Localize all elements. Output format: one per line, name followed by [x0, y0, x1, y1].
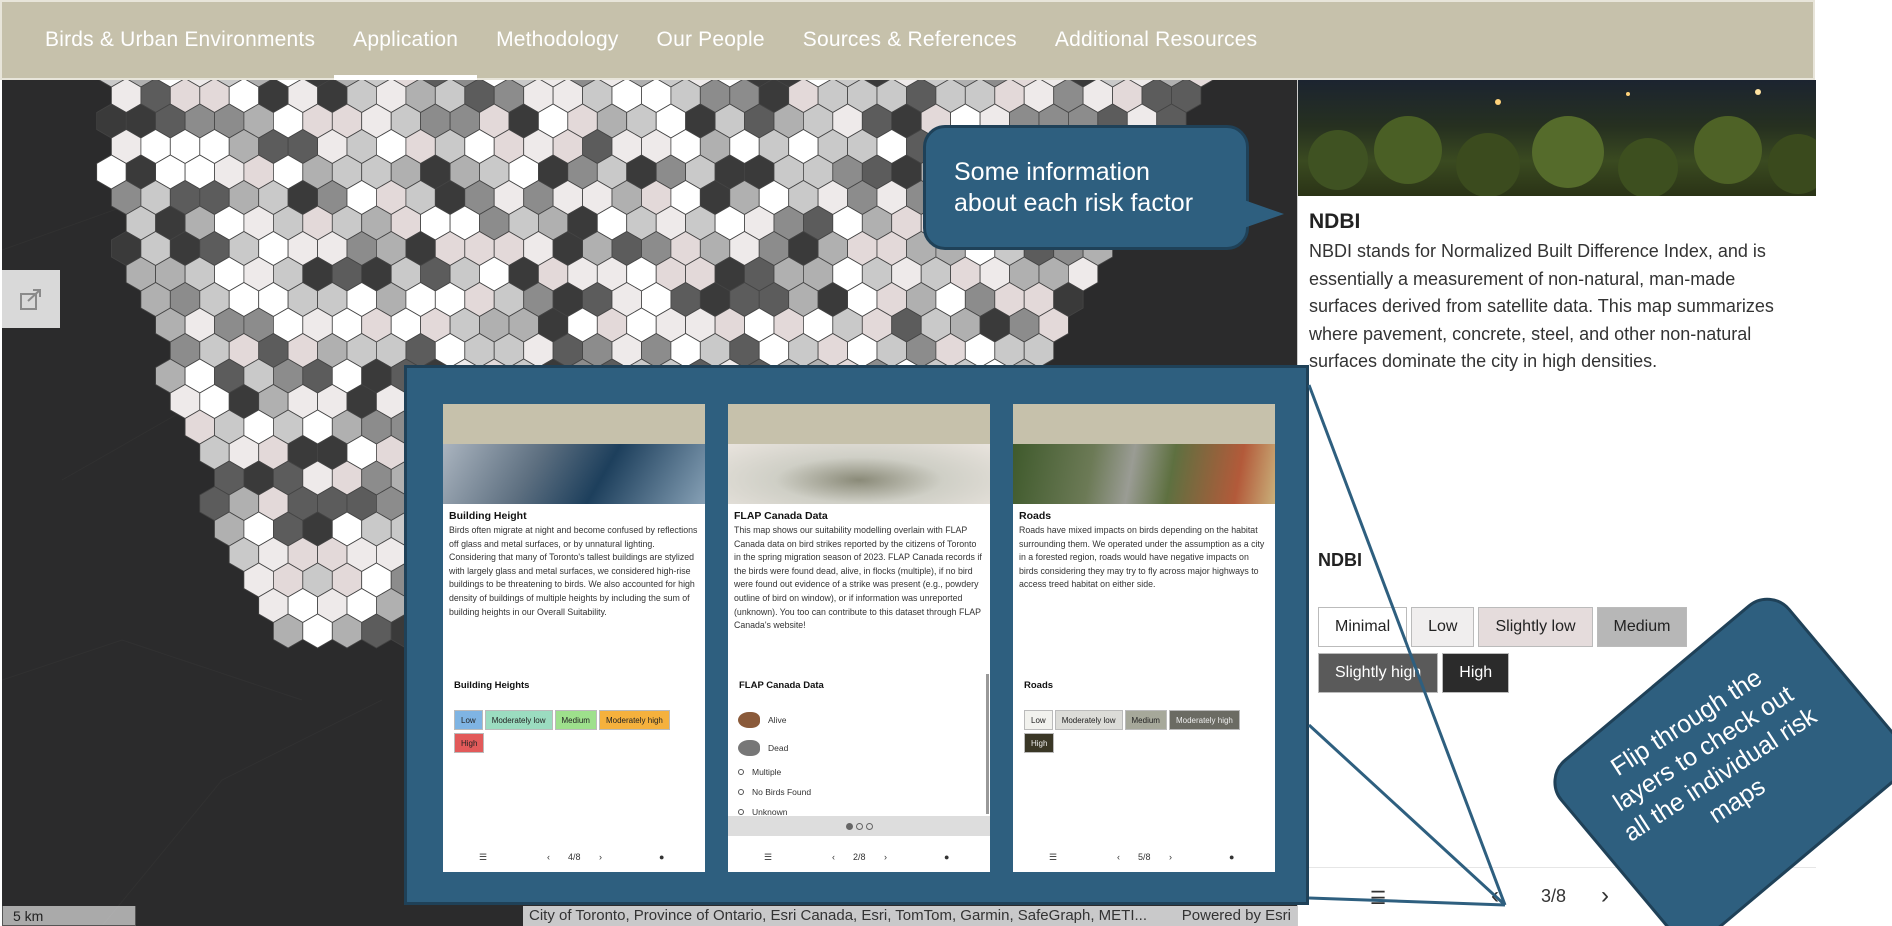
flap-row-alive: Alive [738, 706, 968, 734]
mini-footer: ☰ ‹ 5/8 › ● [1013, 844, 1275, 872]
page-indicator: 3/8 [1541, 886, 1567, 906]
aerial-roads-photo [1013, 444, 1275, 504]
preview-card-flap: FLAP Canada Data This map shows our suit… [728, 404, 990, 872]
top-navigation: Birds & Urban Environments Application M… [0, 0, 1815, 80]
share-button[interactable] [2, 270, 60, 328]
layer-previews-overlay: Building Height Birds often migrate at n… [404, 365, 1309, 905]
mini-title: Roads [1019, 510, 1052, 522]
page-indicator: 4/8 [568, 852, 581, 862]
pager-dot[interactable] [855, 822, 863, 830]
attribution-text: City of Toronto, Province of Ontario, Es… [529, 907, 1148, 924]
legend-chip: Minimal [1318, 607, 1408, 647]
mini-header-bar [1013, 404, 1275, 444]
legend-chip: Low [1024, 710, 1053, 730]
legend-chip: Low [1411, 607, 1475, 647]
mini-title: Building Height [449, 510, 527, 522]
mini-header-bar [728, 404, 990, 444]
play-icon[interactable]: ● [1229, 852, 1234, 862]
preview-card-building-height: Building Height Birds often migrate at n… [443, 404, 705, 872]
nav-sources[interactable]: Sources & References [784, 0, 1036, 80]
chevron-left-icon[interactable]: ‹ [1491, 882, 1499, 910]
flap-legend: Alive Dead Multiple No Birds Found Unkno… [738, 706, 968, 822]
flap-row-dead: Dead [738, 734, 968, 762]
flap-label: Alive [768, 715, 787, 725]
mini-pager[interactable] [728, 816, 990, 836]
legend-chip: Slightly low [1478, 607, 1593, 647]
nav-methodology[interactable]: Methodology [477, 0, 637, 80]
chevron-right-icon[interactable]: › [1169, 852, 1172, 862]
powered-by-esri[interactable]: Powered by Esri [1182, 906, 1291, 926]
nav-birds-urban[interactable]: Birds & Urban Environments [26, 0, 334, 80]
legend-chip: Moderately low [484, 710, 553, 730]
chevron-left-icon[interactable]: ‹ [1117, 852, 1120, 862]
flap-label: No Birds Found [752, 787, 812, 797]
legend-chip: Medium [1124, 710, 1167, 730]
map-attribution: City of Toronto, Province of Ontario, Es… [523, 906, 1297, 926]
bird-alive-icon [738, 712, 760, 728]
mini-header-bar [443, 404, 705, 444]
list-icon[interactable]: ☰ [1370, 888, 1386, 909]
play-icon[interactable]: ● [944, 852, 949, 862]
legend-chip: Slightly high [1318, 653, 1439, 693]
chevron-right-icon[interactable]: › [599, 852, 602, 862]
mini-body: This map shows our suitability modelling… [734, 525, 982, 631]
pager-dot[interactable] [865, 822, 873, 830]
bird-dead-icon [738, 740, 760, 756]
mini-legend-title: Roads [1024, 680, 1054, 691]
chevron-left-icon[interactable]: ‹ [832, 852, 835, 862]
page-indicator: 5/8 [1138, 852, 1151, 862]
nav-additional-resources[interactable]: Additional Resources [1036, 0, 1276, 80]
share-icon [20, 289, 41, 310]
mini-body: Roads have mixed impacts on birds depend… [1019, 525, 1265, 590]
nav-application[interactable]: Application [334, 0, 478, 80]
play-icon[interactable]: ● [659, 852, 664, 862]
legend-title: NDBI [1318, 550, 1362, 570]
flap-row-none: No Birds Found [738, 782, 968, 802]
chevron-right-icon[interactable]: › [1601, 882, 1609, 910]
flap-label: Dead [768, 743, 789, 753]
list-icon[interactable]: ☰ [764, 852, 772, 863]
bird-nest-photo [728, 444, 990, 504]
mini-title: FLAP Canada Data [734, 510, 828, 522]
mini-body: Birds often migrate at night and become … [449, 525, 698, 617]
mini-footer: ☰ ‹ 4/8 › ● [443, 844, 705, 872]
legend-chip: Medium [554, 710, 597, 730]
building-photo [443, 444, 705, 504]
scrollbar[interactable] [986, 674, 989, 814]
nav-our-people[interactable]: Our People [638, 0, 784, 80]
list-icon[interactable]: ☰ [1049, 852, 1057, 863]
legend-chip: Medium [1596, 607, 1688, 647]
dot-icon [738, 789, 744, 795]
flap-label: Multiple [752, 767, 782, 777]
pager-dot[interactable] [845, 822, 853, 830]
app-root: { "nav": { "items": ["Birds & Urban Envi… [0, 0, 1892, 926]
list-icon[interactable]: ☰ [479, 852, 487, 863]
page-indicator: 2/8 [853, 852, 866, 862]
mini-legend-title: Building Heights [454, 680, 530, 691]
panel-description: NBDI stands for Normalized Built Differe… [1309, 241, 1774, 371]
legend-chip: High [1442, 653, 1510, 693]
legend-chip: Moderately high [1168, 710, 1240, 730]
mini-footer: ☰ ‹ 2/8 › ● [728, 844, 990, 872]
city-night-photo [1298, 80, 1816, 196]
callout-info: Some information about each risk factor [923, 125, 1249, 250]
chevron-right-icon[interactable]: › [884, 852, 887, 862]
tree-silhouette [1308, 89, 1816, 196]
legend-chip: Low [454, 710, 483, 730]
preview-card-roads: Roads Roads have mixed impacts on birds … [1013, 404, 1275, 872]
mini-legend-chips: Low Moderately low Medium Moderately hig… [1024, 710, 1264, 753]
map-scale-bar: 5 km [2, 906, 136, 926]
legend-chip: Moderately low [1054, 710, 1123, 730]
panel-title: NDBI [1309, 210, 1361, 233]
legend-chip: High [454, 733, 485, 753]
chevron-left-icon[interactable]: ‹ [547, 852, 550, 862]
mini-legend-title: FLAP Canada Data [739, 680, 824, 691]
flap-row-multiple: Multiple [738, 762, 968, 782]
mini-legend-chips: Low Moderately low Medium Moderately hig… [454, 710, 694, 753]
dot-icon [738, 769, 744, 775]
dot-icon [738, 809, 744, 815]
callout-info-tail [1244, 200, 1284, 228]
legend-chip: Moderately high [598, 710, 670, 730]
legend-chip: High [1024, 733, 1055, 753]
